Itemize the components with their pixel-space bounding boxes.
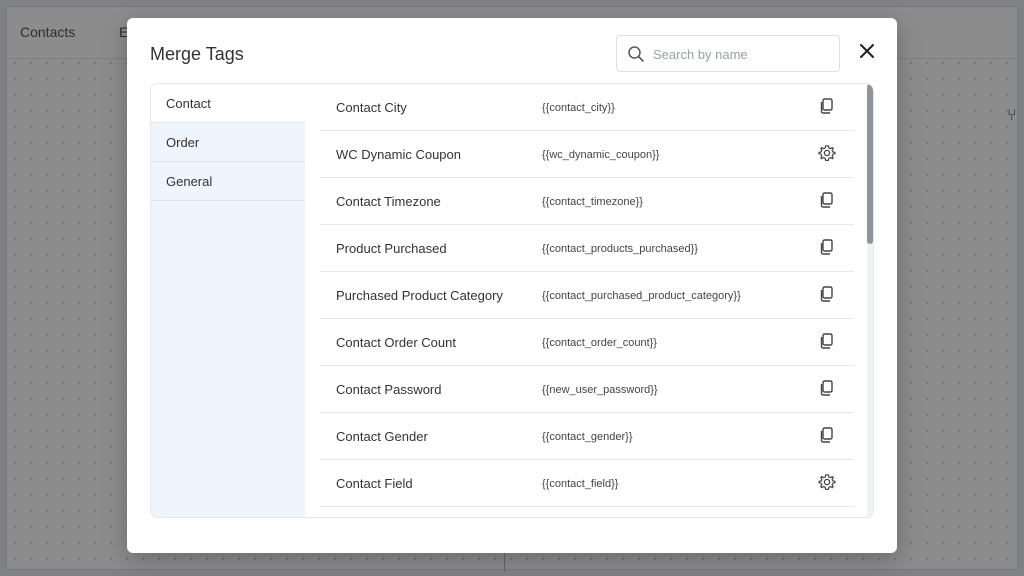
list-item[interactable]: WC Dynamic Coupon {{wc_dynamic_coupon}} xyxy=(320,131,854,178)
gear-icon[interactable] xyxy=(818,144,836,162)
list-item[interactable]: Contact Order Count {{contact_order_coun… xyxy=(320,319,854,366)
tag-code: {{contact_field}} xyxy=(542,478,619,490)
tag-code: {{contact_timezone}} xyxy=(542,196,643,208)
tag-name: Product Purchased xyxy=(336,241,447,256)
tag-code: {{wc_dynamic_coupon}} xyxy=(542,149,660,161)
tag-name: WC Dynamic Coupon xyxy=(336,147,461,162)
merge-tags-modal: Merge Tags Contact Order General Contact… xyxy=(127,18,897,553)
gear-icon[interactable] xyxy=(818,473,836,491)
sidebar-item-order[interactable]: Order xyxy=(151,123,305,162)
tag-code: {{contact_purchased_product_category}} xyxy=(542,290,741,302)
sidebar-item-label: Contact xyxy=(166,96,211,111)
tag-code: {{new_user_password}} xyxy=(542,384,658,396)
search-box[interactable] xyxy=(616,35,840,72)
close-icon[interactable] xyxy=(856,40,878,62)
list-item[interactable]: Contact Password {{new_user_password}} xyxy=(320,366,854,413)
tag-name: Contact Order Count xyxy=(336,335,456,350)
copy-icon[interactable] xyxy=(818,191,836,209)
sidebar-item-label: General xyxy=(166,174,213,189)
list-item[interactable]: Product Purchased {{contact_products_pur… xyxy=(320,225,854,272)
tag-name: Contact Timezone xyxy=(336,194,441,209)
merge-tags-panel: Contact Order General Contact City {{con… xyxy=(150,83,874,518)
merge-tag-list: Contact City {{contact_city}} WC Dynamic… xyxy=(320,84,854,517)
tag-name: Contact Password xyxy=(336,382,442,397)
tag-name: Contact Gender xyxy=(336,429,428,444)
tag-code: {{contact_city}} xyxy=(542,102,615,114)
list-item[interactable]: Contact Timezone {{contact_timezone}} xyxy=(320,178,854,225)
sidebar-item-label: Order xyxy=(166,135,200,150)
sidebar-item-general[interactable]: General xyxy=(151,162,305,201)
tag-code: {{contact_order_count}} xyxy=(542,337,657,349)
tag-name: Contact Field xyxy=(336,476,413,491)
list-item[interactable]: Contact Gender {{contact_gender}} xyxy=(320,413,854,460)
list-item[interactable]: Contact City {{contact_city}} xyxy=(320,84,854,131)
search-input[interactable] xyxy=(653,44,833,64)
tag-code: {{contact_products_purchased}} xyxy=(542,243,698,255)
copy-icon[interactable] xyxy=(818,332,836,350)
search-icon xyxy=(628,46,644,62)
copy-icon[interactable] xyxy=(818,426,836,444)
tag-name: Purchased Product Category xyxy=(336,288,503,303)
tag-code: {{contact_gender}} xyxy=(542,431,633,443)
copy-icon[interactable] xyxy=(818,238,836,256)
tag-name: Contact City xyxy=(336,100,407,115)
copy-icon[interactable] xyxy=(818,285,836,303)
copy-icon[interactable] xyxy=(818,379,836,397)
modal-title: Merge Tags xyxy=(150,44,244,64)
category-sidebar: Contact Order General xyxy=(151,84,305,517)
list-item[interactable]: Contact Field {{contact_field}} xyxy=(320,460,854,507)
copy-icon[interactable] xyxy=(818,97,836,115)
sidebar-item-contact[interactable]: Contact xyxy=(151,84,305,123)
scrollbar-thumb[interactable] xyxy=(867,84,873,244)
list-item[interactable]: Purchased Product Category {{contact_pur… xyxy=(320,272,854,319)
